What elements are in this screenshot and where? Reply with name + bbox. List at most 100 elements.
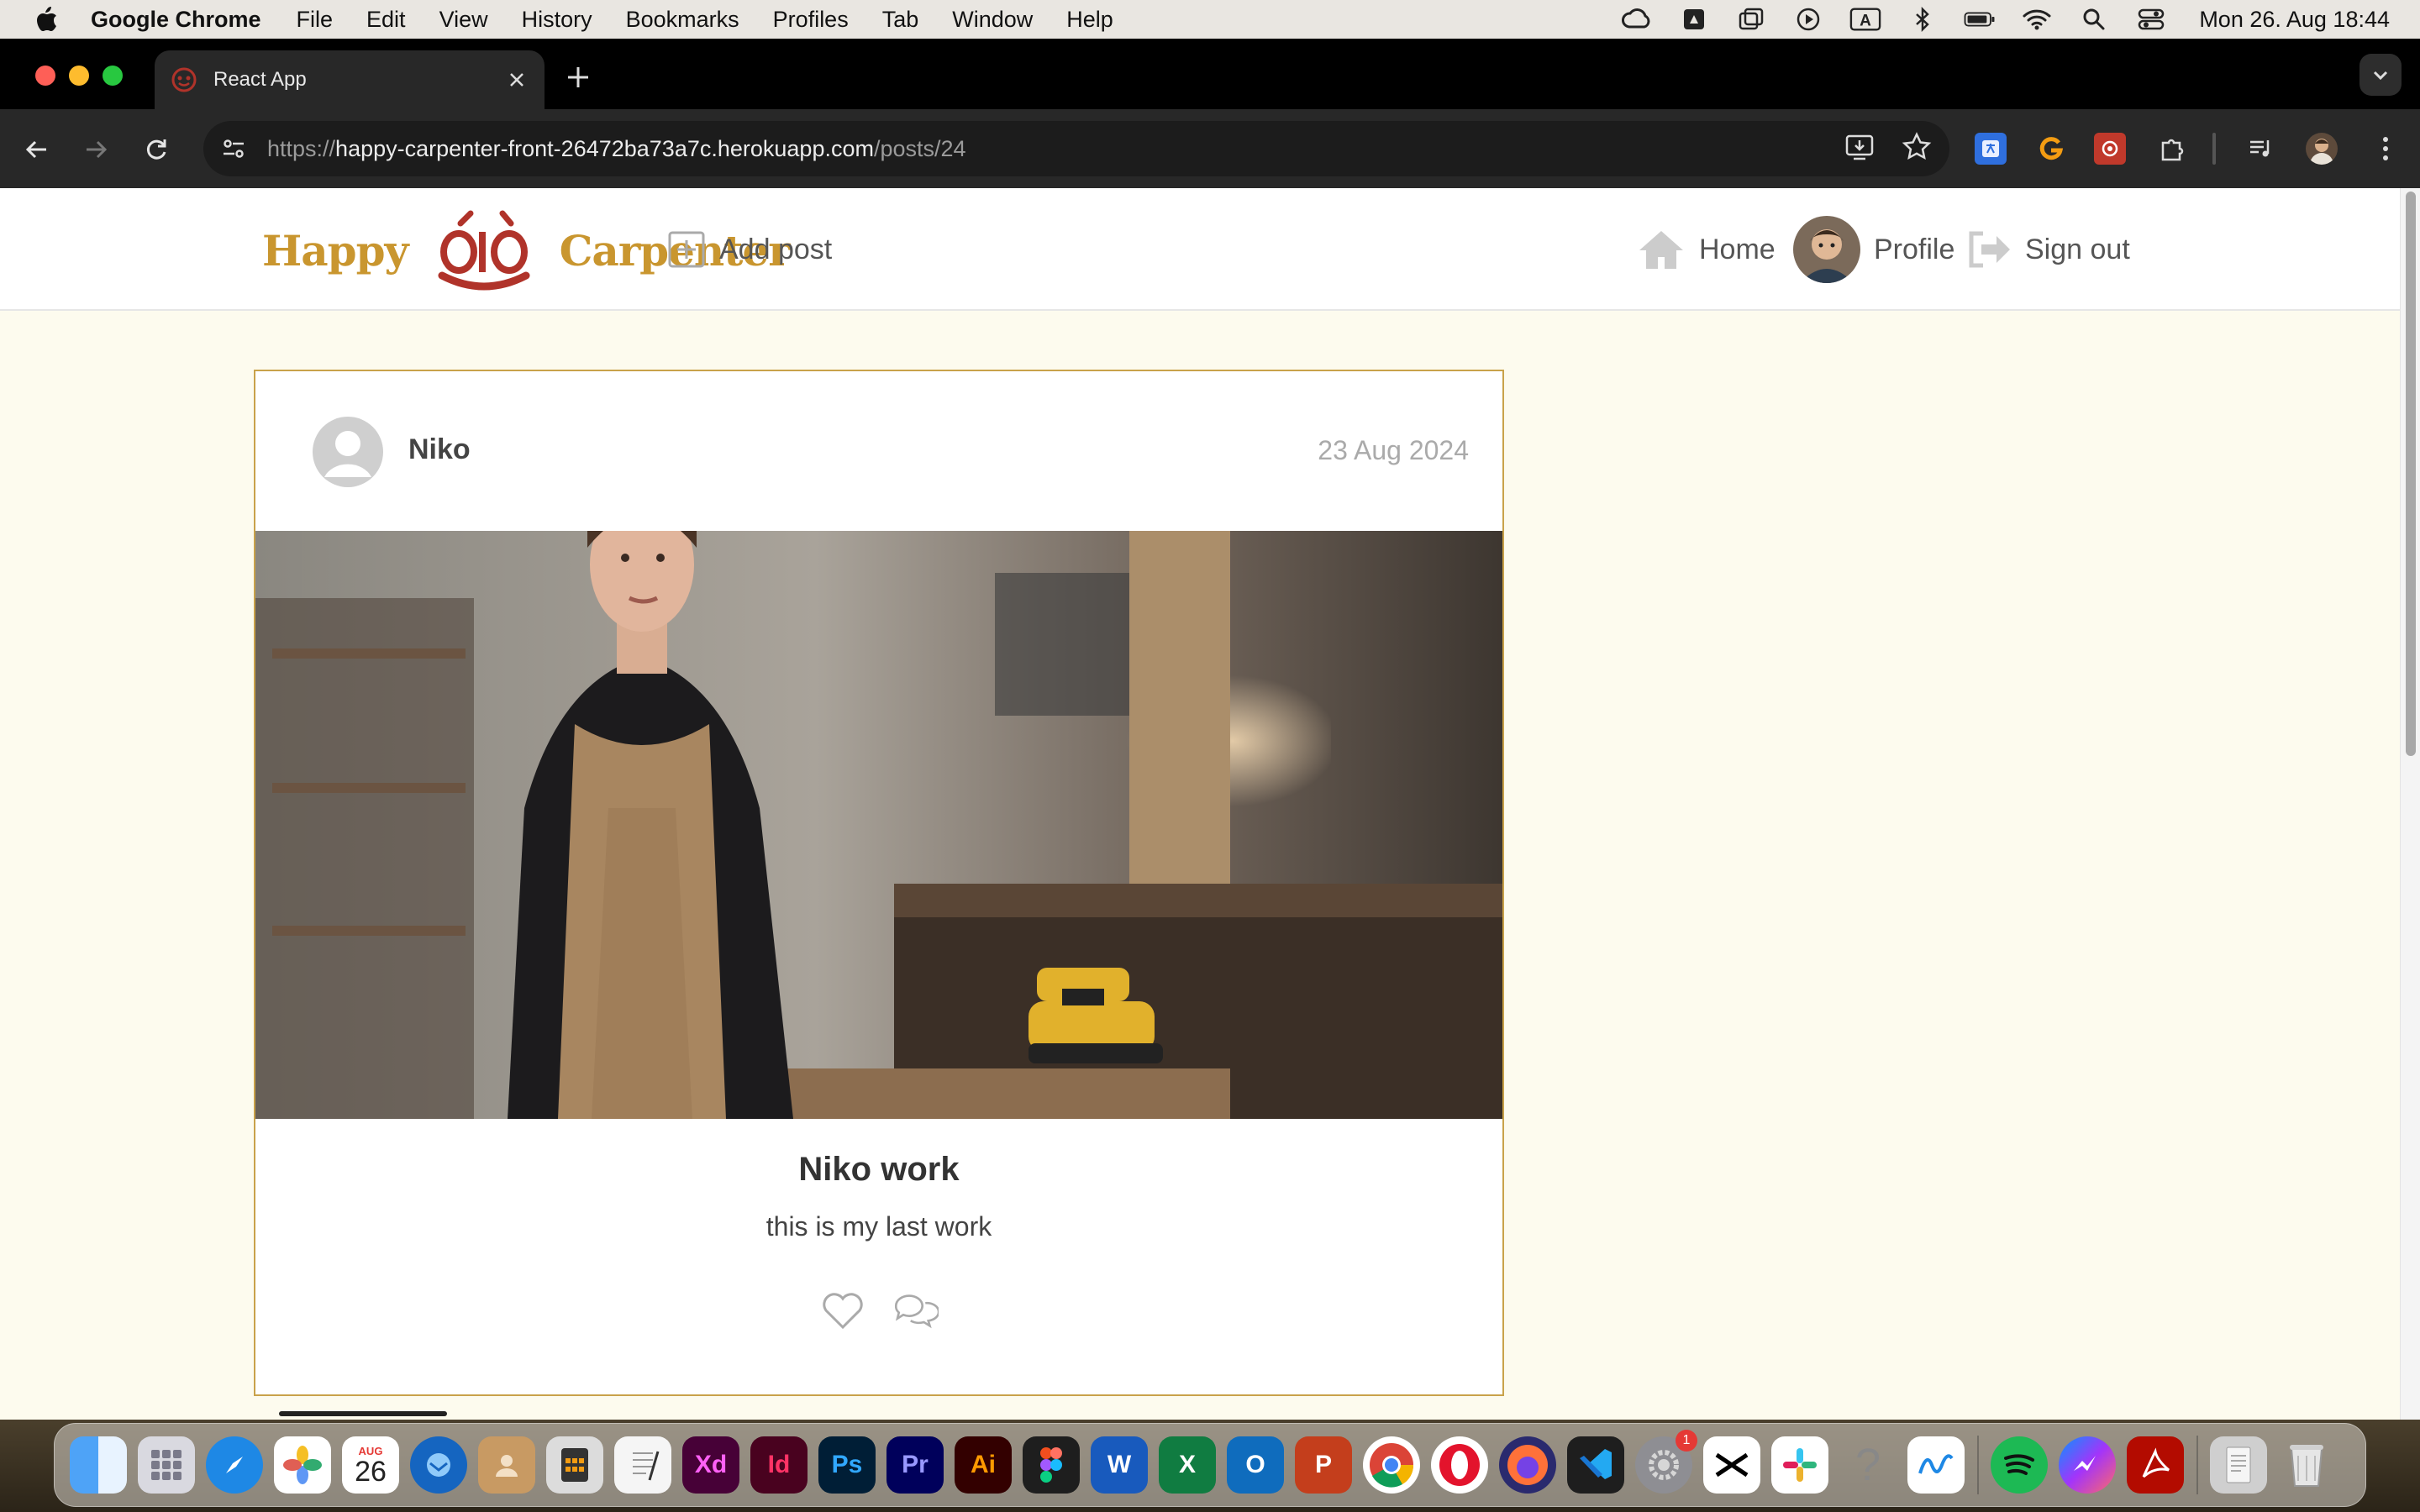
menu-edit[interactable]: Edit: [366, 7, 406, 33]
grammar-extension-icon[interactable]: [2035, 133, 2067, 165]
powerpoint-icon[interactable]: P: [1295, 1436, 1352, 1494]
dock-separator-2: [2196, 1436, 2198, 1494]
owner-avatar[interactable]: [313, 417, 383, 487]
dock-separator: [1977, 1436, 1979, 1494]
tab-title: React App: [213, 68, 307, 91]
minimize-window-button[interactable]: [69, 66, 89, 86]
spotify-icon[interactable]: [1991, 1436, 2048, 1494]
menu-file[interactable]: File: [297, 7, 334, 33]
menu-clock[interactable]: Mon 26. Aug 18:44: [2199, 7, 2390, 33]
capcut-icon[interactable]: [1703, 1436, 1760, 1494]
control-center-icon[interactable]: [2135, 7, 2167, 32]
adobe-photoshop-icon[interactable]: Ps: [818, 1436, 876, 1494]
post-actions: [255, 1287, 1502, 1334]
back-icon[interactable]: [22, 134, 52, 165]
page-scrollbar[interactable]: [2400, 188, 2420, 1420]
extensions-puzzle-icon[interactable]: [2156, 133, 2188, 165]
menu-window[interactable]: Window: [952, 7, 1033, 33]
install-app-icon[interactable]: [1844, 131, 1876, 169]
adobe-illustrator-icon[interactable]: Ai: [955, 1436, 1012, 1494]
trash-icon[interactable]: [2278, 1436, 2335, 1494]
menu-help[interactable]: Help: [1066, 7, 1113, 33]
creative-cloud-icon[interactable]: [1621, 7, 1653, 32]
word-icon[interactable]: W: [1091, 1436, 1148, 1494]
profile-avatar-icon[interactable]: [2306, 133, 2338, 165]
menu-tab[interactable]: Tab: [882, 7, 919, 33]
windows-icon[interactable]: [1735, 7, 1767, 32]
site-info-icon[interactable]: [218, 134, 249, 164]
wifi-icon[interactable]: [2021, 7, 2053, 32]
owner-name[interactable]: Niko: [408, 433, 471, 466]
reload-icon[interactable]: [141, 134, 171, 165]
freeform-icon[interactable]: [1907, 1436, 1965, 1494]
fullscreen-window-button[interactable]: [103, 66, 123, 86]
new-tab-icon[interactable]: [565, 64, 592, 91]
thunderbird-icon[interactable]: [410, 1436, 467, 1494]
calculator-icon[interactable]: [546, 1436, 603, 1494]
bluetooth-icon[interactable]: [1907, 7, 1939, 32]
post-header: Niko 23 Aug 2024: [255, 371, 1502, 531]
outlook-icon[interactable]: O: [1227, 1436, 1284, 1494]
translate-extension-icon[interactable]: [1975, 133, 2007, 165]
photos-icon[interactable]: [274, 1436, 331, 1494]
chrome-icon[interactable]: [1363, 1436, 1420, 1494]
excel-icon[interactable]: X: [1159, 1436, 1216, 1494]
nav-sign-out[interactable]: Sign out: [1966, 222, 2130, 277]
acrobat-icon[interactable]: [2127, 1436, 2184, 1494]
nav-add-post[interactable]: Add post: [667, 222, 832, 277]
nav-home[interactable]: Home: [1637, 222, 1776, 277]
nav-profile[interactable]: Profile: [1793, 216, 1954, 283]
status-bar: A Mon 26. Aug 18:44: [1621, 0, 2390, 39]
menu-view[interactable]: View: [439, 7, 488, 33]
adobe-xd-icon[interactable]: Xd: [682, 1436, 739, 1494]
menu-bookmarks[interactable]: Bookmarks: [626, 7, 739, 33]
menu-history[interactable]: History: [522, 7, 592, 33]
devtools-extension-icon[interactable]: [2094, 133, 2126, 165]
unknown-app-icon[interactable]: ?: [1839, 1436, 1897, 1494]
macos-menu-bar: Google Chrome File Edit View History Boo…: [0, 0, 2420, 39]
tab-close-icon[interactable]: [504, 67, 529, 92]
input-source-label: A: [1860, 13, 1871, 30]
figma-icon[interactable]: [1023, 1436, 1080, 1494]
apple-menu-icon[interactable]: [34, 5, 59, 34]
calendar-icon[interactable]: AUG 26: [342, 1436, 399, 1494]
menu-profiles[interactable]: Profiles: [773, 7, 849, 33]
adobe-indesign-icon[interactable]: Id: [750, 1436, 808, 1494]
comments-icon[interactable]: [892, 1287, 939, 1334]
play-icon[interactable]: [1792, 7, 1824, 32]
downloads-stack-icon[interactable]: [2210, 1436, 2267, 1494]
logo-word-happy: Happy: [262, 225, 409, 276]
forward-icon[interactable]: [81, 134, 111, 165]
safari-icon[interactable]: [206, 1436, 263, 1494]
home-label: Home: [1699, 233, 1776, 265]
firefox-icon[interactable]: [1499, 1436, 1556, 1494]
vscode-icon[interactable]: [1567, 1436, 1624, 1494]
contacts-icon[interactable]: [478, 1436, 535, 1494]
system-settings-icon[interactable]: 1: [1635, 1430, 1697, 1494]
tab-search-icon[interactable]: [2360, 54, 2402, 96]
opera-icon[interactable]: [1431, 1436, 1488, 1494]
scrollbar-thumb[interactable]: [2406, 192, 2416, 756]
drive-icon[interactable]: [1678, 7, 1710, 32]
spotlight-icon[interactable]: [2078, 7, 2110, 32]
chrome-menu-icon[interactable]: [2370, 133, 2402, 165]
battery-icon[interactable]: [1964, 7, 1996, 32]
browser-chrome: React App https://happy-carpenter-front-…: [0, 39, 2420, 188]
launchpad-icon[interactable]: [138, 1436, 195, 1494]
menu-app-name[interactable]: Google Chrome: [91, 7, 261, 33]
input-source-icon[interactable]: A: [1849, 7, 1881, 32]
home-icon: [1637, 228, 1686, 270]
adobe-premiere-icon[interactable]: Pr: [886, 1436, 944, 1494]
sign-out-icon: [1966, 230, 2012, 269]
bookmark-star-icon[interactable]: [1901, 131, 1933, 169]
media-control-icon[interactable]: [2245, 133, 2277, 165]
slack-icon[interactable]: [1771, 1436, 1828, 1494]
messenger-icon[interactable]: [2059, 1436, 2116, 1494]
post-content: this is my last work: [765, 1211, 992, 1242]
finder-icon[interactable]: [70, 1436, 127, 1494]
close-window-button[interactable]: [35, 66, 55, 86]
like-heart-icon[interactable]: [819, 1287, 866, 1334]
textedit-icon[interactable]: [614, 1436, 671, 1494]
browser-tab-active[interactable]: React App: [155, 50, 544, 109]
address-bar[interactable]: https://happy-carpenter-front-26472ba73a…: [203, 121, 1949, 176]
